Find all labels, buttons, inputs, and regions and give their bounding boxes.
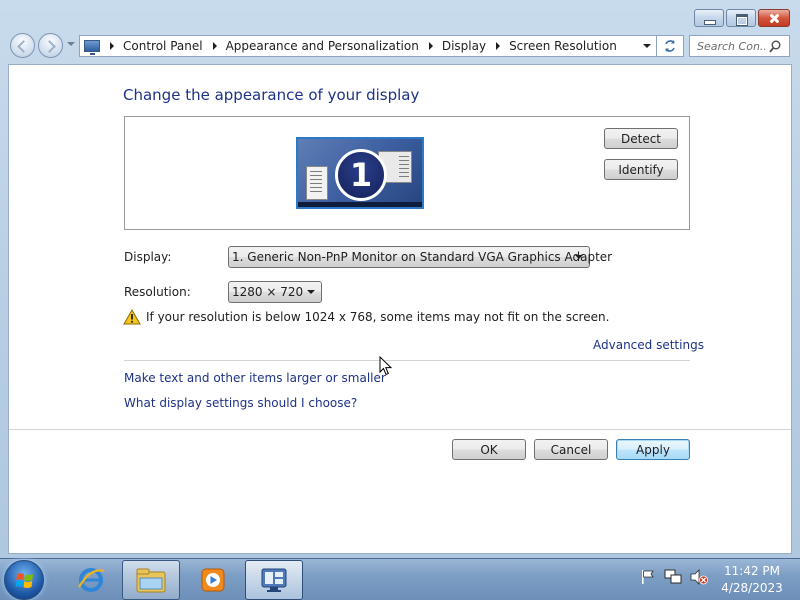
monitor-number-badge: 1 bbox=[335, 149, 387, 201]
breadcrumb-screen-resolution[interactable]: Screen Resolution bbox=[509, 39, 617, 53]
chevron-down-icon bbox=[575, 255, 583, 259]
warning-text: If your resolution is below 1024 x 768, … bbox=[146, 310, 610, 324]
back-button[interactable] bbox=[10, 33, 35, 58]
address-bar[interactable]: Control Panel Appearance and Personaliza… bbox=[79, 35, 657, 57]
monitor-taskbar-preview bbox=[298, 202, 422, 207]
divider bbox=[124, 360, 690, 361]
monitor-window-preview bbox=[306, 166, 328, 200]
breadcrumb-separator-icon[interactable] bbox=[110, 42, 114, 50]
mouse-cursor-icon bbox=[379, 356, 393, 376]
taskbar-windows-explorer[interactable] bbox=[122, 560, 180, 600]
resolution-warning: If your resolution is below 1024 x 768, … bbox=[123, 309, 609, 325]
screen-resolution-window: Control Panel Appearance and Personaliza… bbox=[0, 0, 800, 558]
flag-icon[interactable] bbox=[640, 569, 656, 585]
display-label: Display: bbox=[124, 250, 172, 264]
clock-time: 11:42 PM bbox=[724, 564, 780, 578]
address-dropdown-icon[interactable] bbox=[643, 44, 651, 48]
windows-logo-icon bbox=[15, 573, 33, 588]
internet-explorer-icon bbox=[78, 568, 105, 592]
network-icon[interactable] bbox=[664, 569, 682, 585]
start-button[interactable] bbox=[4, 560, 44, 600]
control-panel-icon bbox=[84, 40, 100, 55]
breadcrumb-separator-icon[interactable] bbox=[212, 42, 217, 50]
divider bbox=[9, 429, 791, 430]
system-tray bbox=[640, 569, 708, 585]
content-area: Change the appearance of your display 1 … bbox=[8, 64, 792, 554]
chevron-down-icon bbox=[307, 290, 315, 294]
search-box[interactable] bbox=[689, 35, 790, 57]
windows-explorer-icon bbox=[136, 568, 166, 593]
resolution-select[interactable]: 1280 × 720 bbox=[228, 281, 322, 303]
media-player-icon bbox=[201, 568, 225, 592]
ok-button[interactable]: OK bbox=[452, 439, 526, 460]
apply-button[interactable]: Apply bbox=[616, 439, 690, 460]
minimize-button[interactable] bbox=[694, 9, 724, 27]
page-title: Change the appearance of your display bbox=[123, 86, 420, 104]
taskbar-clock[interactable]: 11:42 PM 4/28/2023 bbox=[712, 563, 792, 597]
recent-pages-dropdown[interactable] bbox=[67, 42, 75, 46]
breadcrumb-separator-icon[interactable] bbox=[496, 42, 501, 50]
breadcrumb-separator-icon[interactable] bbox=[428, 42, 433, 50]
display-select-value: 1. Generic Non-PnP Monitor on Standard V… bbox=[232, 250, 613, 264]
taskbar-media-player[interactable] bbox=[184, 560, 242, 600]
breadcrumb-appearance[interactable]: Appearance and Personalization bbox=[226, 39, 419, 53]
refresh-button[interactable] bbox=[657, 35, 684, 57]
monitor-arrangement-panel: 1 Detect Identify bbox=[124, 116, 690, 230]
forward-button[interactable] bbox=[38, 33, 63, 58]
resolution-label: Resolution: bbox=[124, 285, 191, 299]
advanced-settings-link[interactable]: Advanced settings bbox=[593, 338, 704, 352]
identify-button[interactable]: Identify bbox=[604, 159, 678, 180]
resolution-select-value: 1280 × 720 bbox=[232, 285, 304, 299]
volume-muted-icon[interactable] bbox=[690, 569, 708, 585]
display-settings-help-link[interactable]: What display settings should I choose? bbox=[124, 396, 357, 410]
maximize-button[interactable] bbox=[726, 9, 756, 27]
warning-icon bbox=[123, 309, 141, 325]
display-select[interactable]: 1. Generic Non-PnP Monitor on Standard V… bbox=[228, 246, 612, 268]
close-button[interactable] bbox=[758, 9, 790, 27]
taskbar-internet-explorer[interactable] bbox=[62, 560, 120, 600]
taskbar: 11:42 PM 4/28/2023 bbox=[0, 558, 800, 600]
monitor-1-icon[interactable]: 1 bbox=[296, 137, 424, 209]
search-input[interactable] bbox=[697, 39, 765, 53]
refresh-icon bbox=[665, 40, 675, 52]
make-text-larger-link[interactable]: Make text and other items larger or smal… bbox=[124, 371, 386, 385]
caption-buttons bbox=[694, 9, 790, 27]
clock-date: 4/28/2023 bbox=[721, 581, 783, 595]
screen-resolution-icon bbox=[261, 568, 287, 592]
breadcrumb-control-panel[interactable]: Control Panel bbox=[123, 39, 203, 53]
search-icon[interactable] bbox=[769, 40, 781, 53]
taskbar-screen-resolution[interactable] bbox=[245, 560, 303, 600]
detect-button[interactable]: Detect bbox=[604, 128, 678, 149]
breadcrumb-display[interactable]: Display bbox=[442, 39, 486, 53]
cancel-button[interactable]: Cancel bbox=[534, 439, 608, 460]
